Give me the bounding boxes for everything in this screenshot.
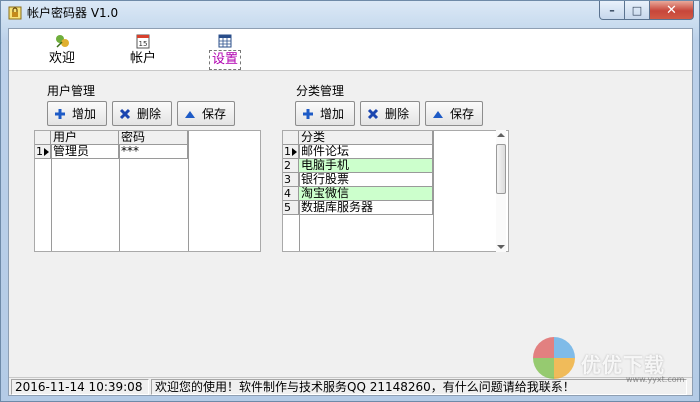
nav-welcome[interactable]: 欢迎 xyxy=(40,33,84,69)
user-delete-button[interactable]: 删除 xyxy=(112,101,172,126)
user-grid[interactable]: 用户 密码 1 管理员 *** xyxy=(34,130,261,252)
row-indicator: 1 xyxy=(35,145,51,159)
title-bar[interactable]: 帐户密码器 V1.0 – □ ✕ xyxy=(1,1,699,25)
table-row[interactable]: 5 数据库服务器 xyxy=(283,201,433,215)
nav-account[interactable]: 15 帐户 xyxy=(121,33,165,69)
user-group-title: 用户管理 xyxy=(47,84,96,98)
caption-buttons: – □ ✕ xyxy=(599,1,694,20)
category-save-button[interactable]: 保存 xyxy=(425,101,483,126)
row-indicator: 3 xyxy=(283,173,299,187)
row-index: 4 xyxy=(284,187,291,200)
row-index: 2 xyxy=(284,159,291,172)
maximize-button[interactable]: □ xyxy=(625,1,650,20)
minimize-button[interactable]: – xyxy=(599,1,625,20)
category-add-button[interactable]: 增加 xyxy=(295,101,355,126)
category-grid-line xyxy=(433,131,434,251)
user-delete-label: 删除 xyxy=(137,107,162,121)
column-header-category[interactable]: 分类 xyxy=(299,131,433,145)
column-header-password[interactable]: 密码 xyxy=(119,131,188,145)
cell-category[interactable]: 银行股票 xyxy=(299,173,433,187)
row-index: 1 xyxy=(284,145,291,158)
row-indicator: 2 xyxy=(283,159,299,173)
watermark: 优优下载 www.yyxt.com xyxy=(521,331,696,391)
category-grid-header: 分类 xyxy=(283,131,433,145)
user-save-label: 保存 xyxy=(202,107,227,121)
cell-password[interactable]: *** xyxy=(119,145,188,159)
nav-toolbar: 欢迎 15 帐户 设置 xyxy=(9,29,692,71)
cell-category[interactable]: 邮件论坛 xyxy=(299,145,433,159)
scroll-down-icon[interactable] xyxy=(497,245,505,249)
delete-x-icon xyxy=(367,108,379,119)
watermark-logo-icon xyxy=(533,337,575,379)
user-grid-line xyxy=(188,131,189,251)
row-index: 3 xyxy=(284,173,291,186)
watermark-url: www.yyxt.com xyxy=(626,375,685,384)
category-group-title: 分类管理 xyxy=(296,84,345,98)
lock-app-icon xyxy=(8,6,22,20)
nav-settings-label: 设置 xyxy=(208,50,241,70)
user-add-label: 增加 xyxy=(72,107,97,121)
cell-category[interactable]: 淘宝微信 xyxy=(299,187,433,201)
table-row[interactable]: 1 邮件论坛 xyxy=(283,145,433,159)
triangle-up-icon xyxy=(185,110,195,118)
triangle-up-icon xyxy=(433,110,443,118)
table-row[interactable]: 4 淘宝微信 xyxy=(283,187,433,201)
window-title: 帐户密码器 V1.0 xyxy=(27,6,119,20)
cell-user[interactable]: 管理员 xyxy=(51,145,119,159)
current-row-arrow-icon xyxy=(44,147,49,156)
scroll-thumb[interactable] xyxy=(496,144,506,194)
table-row[interactable]: 1 管理员 *** xyxy=(35,145,188,159)
scroll-up-icon[interactable] xyxy=(497,133,505,137)
column-header-user[interactable]: 用户 xyxy=(51,131,119,145)
user-add-button[interactable]: 增加 xyxy=(47,101,107,126)
nav-settings[interactable]: 设置 xyxy=(203,33,247,70)
category-grid[interactable]: 分类 1 邮件论坛 2 电脑手机 3 银行股票 4 淘宝微信 5 数据库服务器 xyxy=(282,130,509,252)
category-save-label: 保存 xyxy=(450,107,475,121)
nav-welcome-label: 欢迎 xyxy=(48,51,75,66)
cell-category[interactable]: 电脑手机 xyxy=(299,159,433,173)
category-delete-button[interactable]: 删除 xyxy=(360,101,420,126)
row-indicator: 1 xyxy=(283,145,299,159)
welcome-icon xyxy=(56,35,69,48)
delete-x-icon xyxy=(119,108,131,119)
cell-category[interactable]: 数据库服务器 xyxy=(299,201,433,215)
status-datetime: 2016-11-14 10:39:08 xyxy=(11,379,149,395)
nav-account-label: 帐户 xyxy=(129,51,156,66)
user-save-button[interactable]: 保存 xyxy=(177,101,235,126)
watermark-text: 优优下载 xyxy=(581,353,665,377)
table-icon xyxy=(218,34,232,48)
row-index: 5 xyxy=(284,201,291,214)
category-add-label: 增加 xyxy=(320,107,345,121)
row-indicator: 5 xyxy=(283,201,299,215)
category-vertical-scrollbar[interactable] xyxy=(496,130,506,252)
plus-icon xyxy=(303,108,313,119)
user-grid-header: 用户 密码 xyxy=(35,131,188,145)
app-window: 帐户密码器 V1.0 – □ ✕ 欢迎 15 帐户 设置 用户管理 增加 删除 … xyxy=(0,0,700,402)
plus-icon xyxy=(55,108,65,119)
current-row-arrow-icon xyxy=(292,147,297,156)
row-index: 1 xyxy=(36,145,43,158)
category-delete-label: 删除 xyxy=(385,107,410,121)
svg-text:15: 15 xyxy=(139,40,148,48)
table-row[interactable]: 2 电脑手机 xyxy=(283,159,433,173)
calendar-icon: 15 xyxy=(136,34,150,49)
table-row[interactable]: 3 银行股票 xyxy=(283,173,433,187)
close-button[interactable]: ✕ xyxy=(650,1,694,20)
header-indicator xyxy=(35,131,51,145)
header-indicator xyxy=(283,131,299,145)
row-indicator: 4 xyxy=(283,187,299,201)
